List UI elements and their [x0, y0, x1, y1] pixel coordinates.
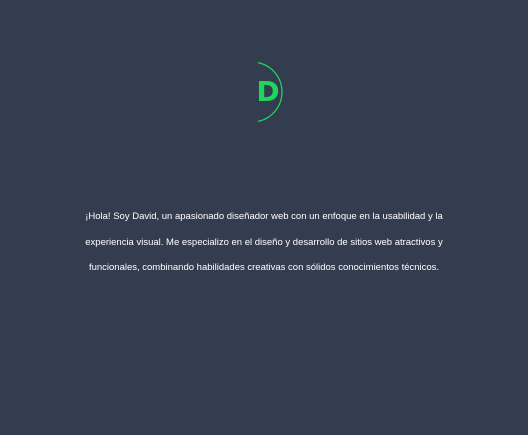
- logo[interactable]: D: [237, 61, 299, 123]
- intro-text: ¡Hola! Soy David, un apasionado diseñado…: [85, 211, 443, 273]
- logo-letter: D: [256, 75, 280, 108]
